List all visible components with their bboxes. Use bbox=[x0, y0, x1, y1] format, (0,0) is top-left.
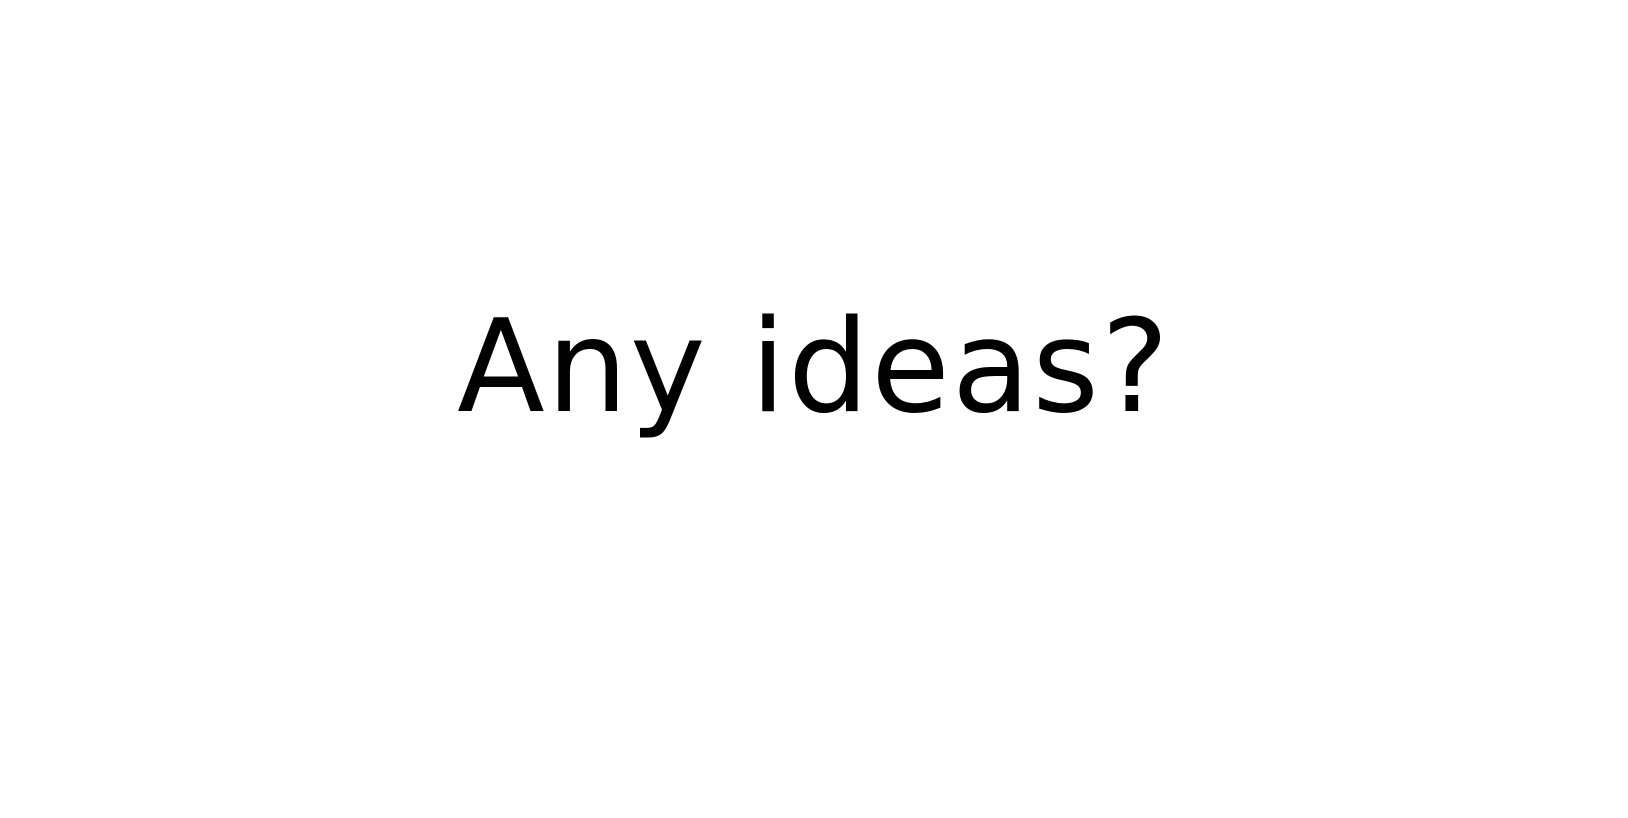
slide-headline: Any ideas? bbox=[457, 293, 1171, 442]
slide-canvas: Any ideas? bbox=[0, 0, 1628, 818]
